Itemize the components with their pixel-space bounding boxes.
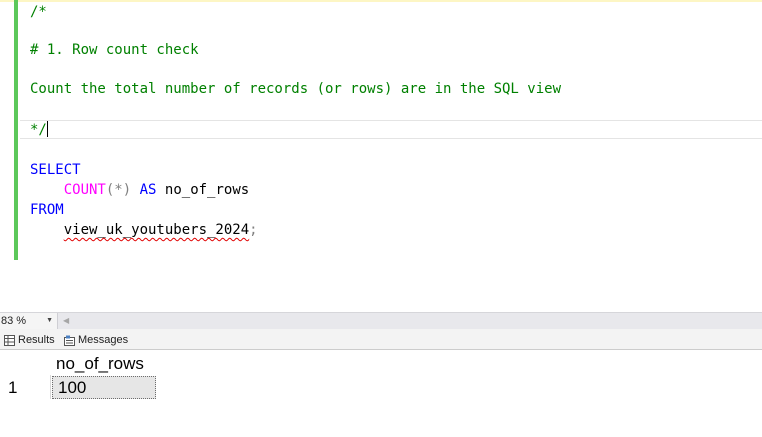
column-header-no-of-rows[interactable]: no_of_rows <box>52 353 156 375</box>
sql-count-function: COUNT <box>63 182 106 198</box>
results-tab-bar: Results Messages <box>0 329 762 350</box>
sql-from-keyword: FROM <box>30 202 64 218</box>
current-line-highlight <box>20 120 762 139</box>
zoom-level-value: 83 % <box>1 315 27 327</box>
sql-as-keyword: AS <box>139 182 157 198</box>
grid-icon <box>4 334 15 346</box>
sql-select-expression: COUNT(*) AS no_of_rows <box>30 180 249 200</box>
sql-view-name: view_uk_youtubers_2024 <box>63 222 250 238</box>
query-editor[interactable]: /* # 1. Row count check Count the total … <box>0 0 762 312</box>
sql-semicolon: ; <box>249 222 258 238</box>
change-tracking-margin <box>14 0 18 260</box>
sql-from-expression: view_uk_youtubers_2024; <box>30 220 258 240</box>
comment-description-line: Count the total number of records (or ro… <box>30 81 562 97</box>
sql-alias: no_of_rows <box>164 182 250 198</box>
scroll-left-arrow-icon[interactable]: ◀ <box>63 313 69 329</box>
zoom-level-dropdown[interactable]: 83 % ▼ <box>0 313 58 329</box>
sql-select-keyword: SELECT <box>30 162 81 178</box>
sql-count-args: (*) <box>105 182 132 198</box>
editor-top-strip <box>0 0 762 2</box>
comment-heading-line: # 1. Row count check <box>30 42 199 58</box>
comment-close-text: */ <box>30 122 47 138</box>
comment-open-line: /* <box>30 4 47 20</box>
tab-messages-label: Messages <box>78 334 129 346</box>
chevron-down-icon: ▼ <box>46 317 53 324</box>
row-number-divider <box>50 375 51 399</box>
results-grid: no_of_rows 1 100 <box>0 350 762 437</box>
tab-results-label: Results <box>18 334 55 346</box>
text-caret <box>46 121 48 137</box>
row-number[interactable]: 1 <box>8 377 17 399</box>
comment-close-line: */ <box>30 120 48 140</box>
tab-messages[interactable]: Messages <box>64 332 128 348</box>
editor-blank-area <box>0 260 762 312</box>
zoom-bar: 83 % ▼ ◀ <box>0 312 762 329</box>
tab-results[interactable]: Results <box>4 332 55 348</box>
result-cell-selected[interactable]: 100 <box>52 376 156 399</box>
messages-icon <box>64 335 75 346</box>
